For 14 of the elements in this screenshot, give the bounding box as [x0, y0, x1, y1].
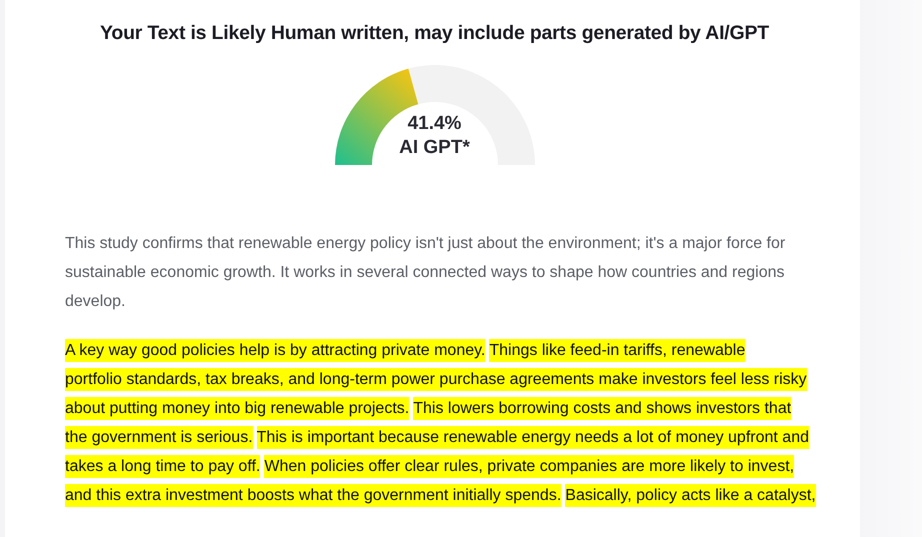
- highlighted-text: about putting money into big renewable projects.: [65, 397, 410, 420]
- highlighted-text: Basically, policy acts like a catalyst,: [565, 484, 816, 507]
- highlighted-text: portfolio standards, tax breaks, and long-term power purchase agreements make investors feel less risky: [65, 368, 807, 391]
- highlighted-text: This is important because renewable energy needs a lot of money upfront and: [256, 426, 809, 449]
- highlighted-text: A key way good policies help is by attracting private money.: [65, 339, 486, 362]
- highlighted-text: the government is serious.: [65, 426, 253, 449]
- gauge-percent: 41.4%: [408, 112, 462, 136]
- intro-paragraph: This study confirms that renewable energy policy isn't just about the environment; it's a major force for sustainable economic growth. It works in several connected ways to shape how countries and regions develop.: [65, 234, 786, 312]
- result-title: Your Text is Likely Human written, may include parts generated by AI/GPT: [99, 22, 770, 45]
- highlighted-text: When policies offer clear rules, private companies are more likely to invest,: [264, 455, 794, 478]
- highlighted-text: and this extra investment boosts what the government initially spends.: [65, 484, 562, 507]
- highlighted-text: Things like feed-in tariffs, renewable: [489, 339, 746, 362]
- gauge-label: AI GPT*: [399, 136, 470, 160]
- highlighted-text: takes a long time to pay off.: [65, 455, 260, 478]
